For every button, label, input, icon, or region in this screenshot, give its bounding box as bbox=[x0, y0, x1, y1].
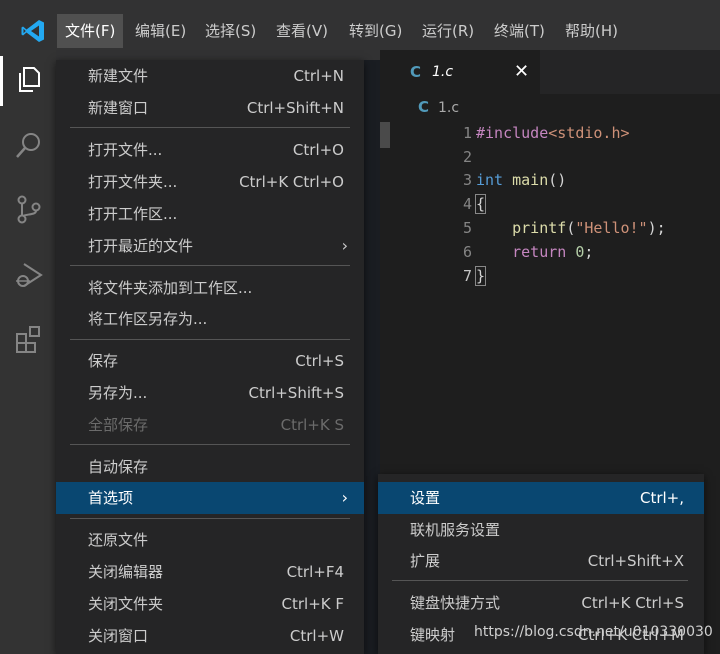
menu-item-close-editor[interactable]: 关闭编辑器 Ctrl+F4 bbox=[56, 556, 364, 588]
menu-run[interactable]: 运行(R) bbox=[414, 14, 482, 48]
code-text[interactable]: int main() bbox=[476, 168, 566, 192]
file-menu: 新建文件 Ctrl+N 新建窗口 Ctrl+Shift+N 打开文件... Ctrl+… bbox=[56, 60, 364, 654]
chevron-right-icon: › bbox=[341, 236, 348, 255]
close-icon[interactable]: ✕ bbox=[514, 61, 529, 82]
vscode-logo-icon bbox=[21, 20, 44, 42]
tab-title: 1.c bbox=[432, 64, 454, 80]
menu-separator bbox=[70, 265, 350, 266]
breadcrumb-file[interactable]: 1.c bbox=[438, 100, 459, 116]
code-text[interactable]: } bbox=[474, 264, 487, 288]
tab-1c[interactable]: C 1.c ✕ bbox=[380, 50, 540, 94]
code-line: 1 #include<stdio.h> bbox=[380, 121, 720, 145]
line-number: 5 bbox=[462, 219, 472, 237]
menu-item-online-services[interactable]: 联机服务设置 bbox=[378, 514, 704, 546]
active-indicator bbox=[0, 56, 3, 106]
line-number: 6 bbox=[462, 243, 472, 261]
menu-selection[interactable]: 选择(S) bbox=[197, 14, 264, 48]
line-number: 2 bbox=[462, 148, 472, 166]
menu-help[interactable]: 帮助(H) bbox=[557, 14, 626, 48]
menu-item-save-as[interactable]: 另存为... Ctrl+Shift+S bbox=[56, 377, 364, 409]
menu-separator bbox=[70, 339, 350, 340]
menu-item-open-workspace[interactable]: 打开工作区... bbox=[56, 198, 364, 230]
code-text[interactable]: printf("Hello!"); bbox=[476, 216, 666, 240]
search-icon[interactable] bbox=[14, 130, 44, 160]
watermark-text: https://blog.csdn.net/u010330030 bbox=[474, 624, 713, 640]
code-text[interactable]: #include<stdio.h> bbox=[476, 121, 630, 145]
menu-item-keyboard-shortcuts[interactable]: 键盘快捷方式 Ctrl+K Ctrl+S bbox=[378, 587, 704, 619]
menu-separator bbox=[392, 580, 688, 581]
line-number: 4 bbox=[462, 195, 472, 213]
menu-go[interactable]: 转到(G) bbox=[341, 14, 410, 48]
menu-terminal[interactable]: 终端(T) bbox=[486, 14, 553, 48]
menu-item-new-window[interactable]: 新建窗口 Ctrl+Shift+N bbox=[56, 92, 364, 124]
breadcrumb-c-file-icon: C bbox=[418, 98, 430, 116]
code-line: 6 return 0; bbox=[380, 240, 720, 264]
menu-item-extensions[interactable]: 扩展 Ctrl+Shift+X bbox=[378, 545, 704, 577]
code-line: 7 } bbox=[380, 264, 720, 288]
code-text[interactable]: { bbox=[474, 192, 487, 216]
menu-item-auto-save[interactable]: 自动保存 bbox=[56, 451, 364, 483]
menu-item-close-window[interactable]: 关闭窗口 Ctrl+W bbox=[56, 620, 364, 652]
menu-item-preferences[interactable]: 首选项 › bbox=[56, 482, 364, 514]
menu-item-new-file[interactable]: 新建文件 Ctrl+N bbox=[56, 60, 364, 92]
menu-separator bbox=[70, 444, 350, 445]
code-line: 3 int main() bbox=[380, 168, 720, 192]
menu-item-open-recent[interactable]: 打开最近的文件 › bbox=[56, 230, 364, 262]
line-number: 3 bbox=[462, 171, 472, 189]
run-debug-icon[interactable] bbox=[14, 260, 44, 290]
files-icon[interactable] bbox=[14, 64, 44, 94]
menu-item-add-folder[interactable]: 将文件夹添加到工作区... bbox=[56, 272, 364, 304]
activity-bar bbox=[0, 50, 56, 654]
extensions-icon[interactable] bbox=[14, 324, 44, 354]
c-file-icon: C bbox=[410, 63, 422, 81]
menu-item-settings[interactable]: 设置 Ctrl+, bbox=[378, 482, 704, 514]
source-control-icon[interactable] bbox=[14, 194, 44, 224]
tab-bar: C 1.c ✕ bbox=[380, 50, 720, 94]
line-number: 1 bbox=[462, 124, 472, 142]
chevron-right-icon: › bbox=[341, 488, 348, 507]
code-line: 5 printf("Hello!"); bbox=[380, 216, 720, 240]
menu-item-save-all: 全部保存 Ctrl+K S bbox=[88, 416, 344, 434]
line-number: 7 bbox=[462, 267, 472, 285]
code-line: 2 bbox=[380, 145, 720, 169]
menu-item-revert-file[interactable]: 还原文件 bbox=[56, 524, 364, 556]
menu-file[interactable]: 文件(F) bbox=[57, 14, 124, 48]
menu-item-open-folder[interactable]: 打开文件夹... Ctrl+K Ctrl+O bbox=[56, 166, 364, 198]
menu-item-close-folder[interactable]: 关闭文件夹 Ctrl+K F bbox=[56, 588, 364, 620]
menu-separator bbox=[70, 518, 350, 519]
menu-item-open-file[interactable]: 打开文件... Ctrl+O bbox=[56, 134, 364, 166]
menu-edit[interactable]: 编辑(E) bbox=[127, 14, 194, 48]
menu-item-save[interactable]: 保存 Ctrl+S bbox=[56, 345, 364, 377]
menu-separator bbox=[70, 127, 350, 128]
menu-item-save-workspace-as[interactable]: 将工作区另存为... bbox=[56, 303, 364, 335]
code-line: 4 { bbox=[380, 192, 720, 216]
code-text[interactable]: return 0; bbox=[476, 240, 593, 264]
menu-view[interactable]: 查看(V) bbox=[268, 14, 336, 48]
